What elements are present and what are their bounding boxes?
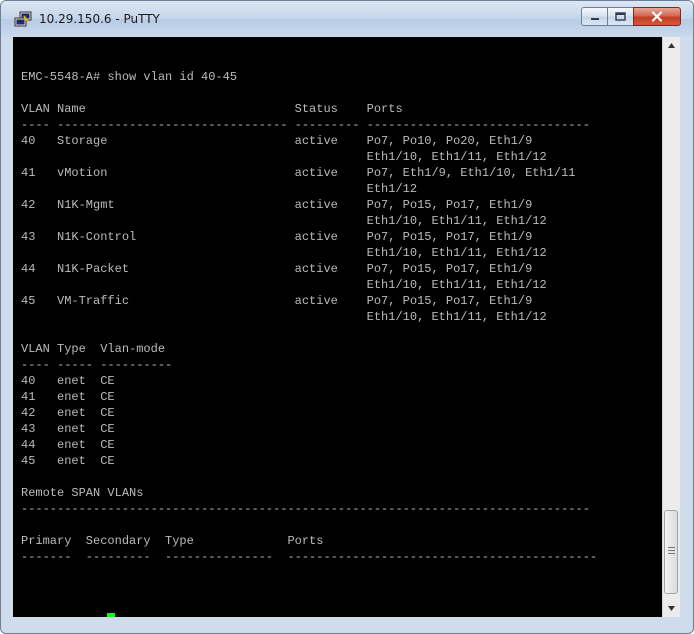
terminal-line: ---- -------------------------------- --… bbox=[21, 118, 590, 132]
terminal-line: 43 enet CE bbox=[21, 422, 115, 436]
terminal-line: 42 N1K-Mgmt active Po7, Po15, Po17, Eth1… bbox=[21, 198, 533, 212]
chevron-up-icon bbox=[668, 43, 675, 48]
terminal-line: 45 enet CE bbox=[21, 454, 115, 468]
terminal-line: 42 enet CE bbox=[21, 406, 115, 420]
terminal-line: Primary Secondary Type Ports bbox=[21, 534, 324, 548]
minimize-icon bbox=[590, 17, 599, 20]
maximize-button[interactable] bbox=[607, 7, 634, 26]
terminal-line: 41 vMotion active Po7, Eth1/9, Eth1/10, … bbox=[21, 166, 576, 180]
vertical-scrollbar[interactable] bbox=[662, 37, 680, 617]
terminal-line: 41 enet CE bbox=[21, 390, 115, 404]
terminal-line: 40 Storage active Po7, Po10, Po20, Eth1/… bbox=[21, 134, 533, 148]
terminal-line: VLAN Type Vlan-mode bbox=[21, 342, 166, 356]
title-bar[interactable]: 10.29.150.6 - PuTTY bbox=[1, 1, 693, 37]
minimize-button[interactable] bbox=[581, 7, 608, 26]
scrollbar-thumb[interactable] bbox=[664, 510, 678, 594]
grip-icon bbox=[668, 547, 675, 554]
terminal-line: 44 N1K-Packet active Po7, Po15, Po17, Et… bbox=[21, 262, 533, 276]
terminal-line: Remote SPAN VLANs bbox=[21, 486, 144, 500]
terminal-line: EMC-5548-A# bbox=[21, 613, 597, 617]
terminal-line: 44 enet CE bbox=[21, 438, 115, 452]
terminal-line: Eth1/12 bbox=[21, 182, 418, 196]
chevron-down-icon bbox=[668, 606, 675, 611]
terminal-cursor bbox=[107, 613, 116, 617]
terminal-line: ----------------------------------------… bbox=[21, 502, 590, 516]
terminal-line: ---- ----- ---------- bbox=[21, 358, 173, 372]
maximize-icon bbox=[615, 12, 626, 21]
terminal-line: VLAN Name Status Ports bbox=[21, 102, 403, 116]
window-title: 10.29.150.6 - PuTTY bbox=[39, 12, 160, 26]
terminal-screen[interactable]: EMC-5548-A# show vlan id 40-45 VLAN Name … bbox=[13, 37, 662, 617]
terminal-line: 45 VM-Traffic active Po7, Po15, Po17, Et… bbox=[21, 294, 533, 308]
terminal-line: Eth1/10, Eth1/11, Eth1/12 bbox=[21, 278, 547, 292]
terminal-line: ------- --------- --------------- ------… bbox=[21, 550, 598, 564]
terminal-line: EMC-5548-A# show vlan id 40-45 bbox=[21, 70, 238, 84]
terminal-line: 40 enet CE bbox=[21, 374, 115, 388]
terminal-line: Eth1/10, Eth1/11, Eth1/12 bbox=[21, 214, 547, 228]
close-button[interactable] bbox=[633, 7, 681, 26]
terminal-line: 43 N1K-Control active Po7, Po15, Po17, E… bbox=[21, 230, 533, 244]
terminal-line: Eth1/10, Eth1/11, Eth1/12 bbox=[21, 310, 547, 324]
terminal-output: EMC-5548-A# show vlan id 40-45 VLAN Name … bbox=[21, 53, 597, 617]
close-icon bbox=[651, 11, 663, 22]
terminal-line: Eth1/10, Eth1/11, Eth1/12 bbox=[21, 246, 547, 260]
terminal-line: Eth1/10, Eth1/11, Eth1/12 bbox=[21, 150, 547, 164]
scroll-down-button[interactable] bbox=[663, 600, 680, 617]
scroll-up-button[interactable] bbox=[663, 37, 680, 54]
putty-icon[interactable] bbox=[14, 11, 32, 27]
putty-window: 10.29.150.6 - PuTTY EMC-5548-A# show vla… bbox=[0, 0, 694, 634]
